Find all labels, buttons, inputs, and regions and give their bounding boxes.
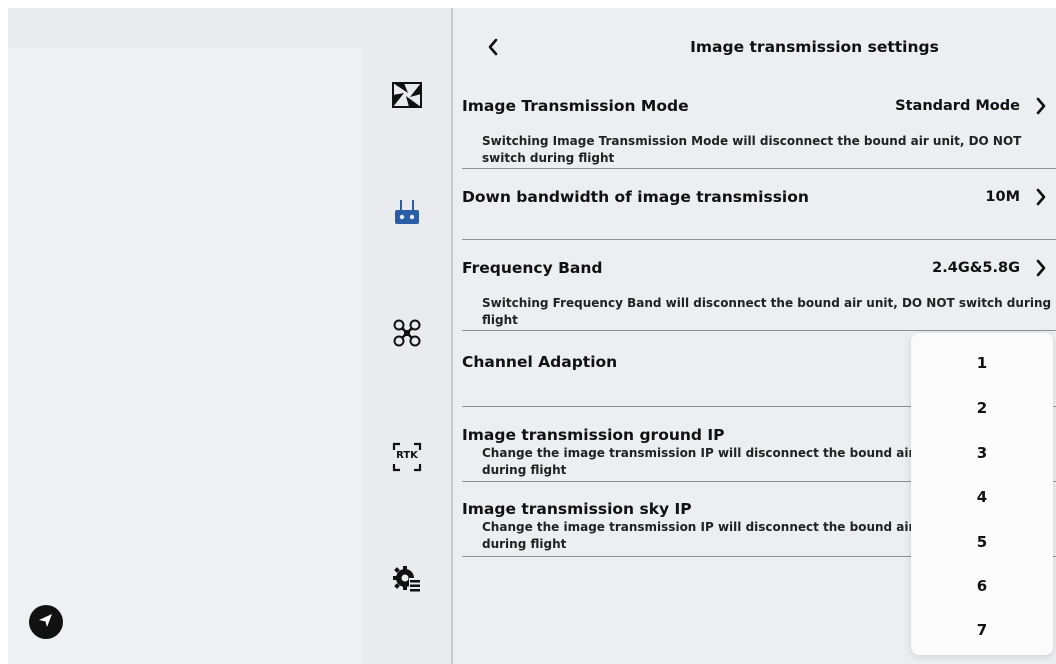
drone-icon [392,318,422,352]
dropdown-option[interactable]: 4 [911,477,1053,517]
setting-hint-band: Switching Frequency Band will disconnect… [482,295,1051,329]
setting-title-channel: Channel Adaption [462,353,618,371]
setting-title-ground-ip: Image transmission ground IP [462,426,725,444]
chevron-right-icon[interactable] [1032,95,1050,117]
hint-line: switch during flight [482,151,615,165]
setting-value-mode: Standard Mode [895,98,1020,114]
setting-hint-sky-ip: Change the image transmission IP will di… [482,519,933,553]
camera-icon [392,82,422,112]
dropdown-option[interactable]: 1 [911,343,1053,383]
remote-controller-icon [392,198,422,232]
chevron-right-icon[interactable] [1032,186,1050,208]
rtk-icon: RTK [392,442,422,472]
send-icon [36,610,56,634]
setting-value-bandwidth: 10M [985,189,1020,205]
dropdown-option[interactable]: 2 [911,388,1053,428]
page-title: Image transmission settings [690,38,939,56]
setting-title-mode: Image Transmission Mode [462,97,689,115]
hint-line: Switching Image Transmission Mode will d… [482,134,1022,148]
back-button[interactable] [481,32,507,62]
setting-hint-ground-ip: Change the image transmission IP will di… [482,445,933,479]
dropdown-option[interactable]: 6 [911,566,1053,606]
nav-item-aircraft[interactable] [390,318,424,352]
nav-item-rtk[interactable]: RTK [390,440,424,474]
setting-title-bandwidth: Down bandwidth of image transmission [462,188,809,206]
hint-line: during flight [482,463,567,477]
channel-dropdown: 1 2 3 4 5 6 7 [911,333,1053,655]
send-button[interactable] [29,605,63,639]
dropdown-option[interactable]: 7 [911,610,1053,650]
nav-rail: RTK [362,8,451,664]
nav-item-remote-controller[interactable] [390,198,424,232]
hint-line: Change the image transmission IP will di… [482,520,934,534]
row-divider [462,168,1056,169]
dropdown-option[interactable]: 3 [911,433,1053,473]
nav-item-settings[interactable] [390,564,424,598]
hint-line: Change the image transmission IP will di… [482,446,934,460]
nav-item-camera[interactable] [390,80,424,114]
chevron-left-icon [481,38,507,66]
rtk-label: RTK [396,450,418,461]
left-top-strip [8,8,362,48]
setting-title-band: Frequency Band [462,259,603,277]
hint-line: flight [482,313,518,327]
left-pane [8,8,362,664]
row-divider [462,330,1056,331]
setting-value-band: 2.4G&5.8G [932,260,1020,276]
gear-list-icon [392,564,422,598]
hint-line: during flight [482,537,567,551]
row-divider [462,239,1056,240]
dropdown-option[interactable]: 5 [911,522,1053,562]
setting-title-sky-ip: Image transmission sky IP [462,500,692,518]
setting-hint-mode: Switching Image Transmission Mode will d… [482,133,1021,167]
chevron-right-icon[interactable] [1032,257,1050,279]
hint-line: Switching Frequency Band will disconnect… [482,296,1052,310]
